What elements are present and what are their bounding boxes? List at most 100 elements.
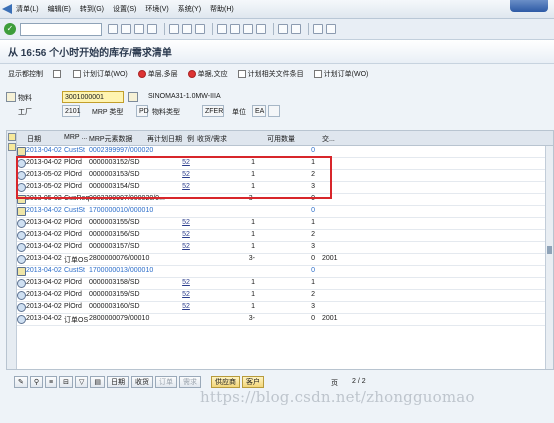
planning-file-entry-button[interactable]: 计划相关文件条目 [237, 69, 304, 79]
cell-receipt-requirement: 3- [248, 315, 255, 322]
menu-list[interactable]: 清单(L) [16, 4, 39, 14]
col-receipt-requirement[interactable]: 收货/需求 [197, 134, 227, 144]
table-row[interactable]: 2013-04-02 PlOrd 0000003158/SD 52 1 1 [17, 278, 545, 290]
previous-page-icon[interactable] [230, 24, 240, 34]
footer-icon-button[interactable]: ≡ [45, 376, 58, 388]
settings-icon[interactable] [8, 133, 16, 141]
customer-button[interactable]: 客户 [242, 376, 264, 388]
menu-help[interactable]: 帮助(H) [210, 4, 234, 14]
cell-date: 2013-04-02 [26, 303, 62, 310]
footer-icon-button[interactable]: ▤ [90, 376, 105, 388]
table-row[interactable]: 2013-04-02 CustSt 1700000010/000010 0 [17, 206, 545, 218]
table-row[interactable]: 2013-04-02 PlOrd 0000003156/SD 52 1 2 [17, 230, 545, 242]
filter-icon[interactable] [8, 143, 16, 151]
command-field[interactable] [20, 22, 102, 36]
menu-system[interactable]: 系统(Y) [178, 4, 201, 14]
shortcut-icon[interactable] [291, 24, 301, 34]
last-page-icon[interactable] [256, 24, 266, 34]
single-multi-level-button[interactable]: 单层,多层 [137, 69, 178, 79]
table-row[interactable]: 2013-04-02 订单OS 2800000076/00010 3- 0 2001 [17, 254, 545, 266]
footer-icon-button[interactable]: ✎ [14, 376, 28, 388]
material-field[interactable]: 3001000001 [62, 91, 124, 103]
back-icon[interactable] [108, 24, 118, 34]
table-row[interactable]: 2013-04-02 CustSt 1700000013/000010 0 [17, 266, 545, 278]
find-icon[interactable] [182, 24, 192, 34]
table-row[interactable]: 2013-04-02 PlOrd 0000003155/SD 52 1 1 [17, 218, 545, 230]
first-page-icon[interactable] [217, 24, 227, 34]
toolbar-separator [164, 23, 165, 35]
menu-edit[interactable]: 编辑(E) [48, 4, 71, 14]
row-type-icon[interactable] [17, 255, 26, 264]
row-type-icon[interactable] [17, 231, 26, 240]
mrp-type-field: PD [136, 105, 149, 117]
unit-label: 单位 [232, 109, 246, 116]
footer-icon-button[interactable]: ▽ [74, 376, 89, 388]
col-storage[interactable]: 交... [322, 134, 335, 144]
cell-available-qty: 1 [311, 279, 315, 286]
table-row[interactable]: 2013-04-02 订单OS 2800000079/00010 3- 0 2001 [17, 314, 545, 326]
col-mrp-element-data[interactable]: MRP元素数据 [89, 134, 133, 144]
table-row[interactable]: 2013-04-02 PlOrd 0000003159/SD 52 1 2 [17, 290, 545, 302]
document-text-button[interactable]: 单据,文应 [187, 69, 228, 79]
save-icon[interactable] [121, 24, 131, 34]
help-icon[interactable] [313, 24, 323, 34]
table-row[interactable]: 2013-04-02 PlOrd 0000003160/SD 52 1 3 [17, 302, 545, 314]
sap-menu-arrow-icon[interactable] [2, 4, 12, 14]
col-date[interactable]: 日期 [27, 134, 41, 144]
cell-exception: 52 [182, 219, 190, 226]
row-type-icon[interactable] [17, 267, 26, 276]
cell-available-qty: 3 [311, 243, 315, 250]
window-controls[interactable] [510, 0, 548, 12]
cancel-icon[interactable] [147, 24, 157, 34]
footer-icon-button[interactable]: ⊟ [59, 376, 73, 388]
cell-available-qty: 0 [311, 207, 315, 214]
row-type-icon[interactable] [17, 291, 26, 300]
tools-icon [237, 70, 246, 78]
next-page-icon[interactable] [243, 24, 253, 34]
print-icon[interactable] [169, 24, 179, 34]
date-button[interactable]: 日期 [107, 376, 129, 388]
vendor-button[interactable]: 供应商 [211, 376, 240, 388]
planned-order-button[interactable]: 计划订单(WO) [73, 69, 128, 79]
footer-icon-button[interactable]: ⚲ [29, 376, 44, 388]
material-lookup-icon[interactable] [128, 92, 138, 102]
layout-menu-icon[interactable] [326, 24, 336, 34]
cell-receipt-requirement: 3- [248, 255, 255, 262]
menu-goto[interactable]: 转到(G) [80, 4, 104, 14]
col-available-qty[interactable]: 可用数量 [267, 134, 295, 144]
scrollbar-thumb[interactable] [547, 246, 552, 254]
cell-exception: 52 [182, 279, 190, 286]
new-session-icon[interactable] [278, 24, 288, 34]
table-row[interactable]: 2013-04-02 PlOrd 0000003157/SD 52 1 3 [17, 242, 545, 254]
unit-field: EA [252, 105, 266, 117]
col-exception[interactable]: 例 [187, 134, 194, 144]
planned-order-2-button[interactable]: 计划订单(WO) [313, 69, 368, 79]
row-type-icon[interactable] [17, 303, 26, 312]
cell-mrp-element-data: 0000003155/SD [89, 219, 140, 226]
cell-available-qty: 0 [311, 267, 315, 274]
col-reschedule-date[interactable]: 再计划日期 [147, 134, 182, 144]
row-type-icon[interactable] [17, 219, 26, 228]
enter-icon[interactable]: ✓ [4, 23, 16, 35]
row-type-icon[interactable] [17, 279, 26, 288]
row-type-icon[interactable] [17, 243, 26, 252]
find-button[interactable] [53, 70, 63, 78]
system-toolbar: ✓ [0, 19, 554, 40]
row-type-icon[interactable] [17, 315, 26, 324]
exit-icon[interactable] [134, 24, 144, 34]
row-type-icon[interactable] [17, 207, 26, 216]
cell-available-qty: 3 [311, 303, 315, 310]
material-type-field: ZFER [202, 105, 224, 117]
vertical-scrollbar[interactable] [545, 146, 553, 369]
find-next-icon[interactable] [195, 24, 205, 34]
menu-environment[interactable]: 环境(V) [145, 4, 168, 14]
cell-mrp-element: CustSt [64, 207, 86, 214]
goods-receipt-button[interactable]: 收货 [131, 376, 153, 388]
row-type-icon[interactable] [17, 147, 26, 156]
material-description: SINOMA31-1.0MW-IIIA [148, 93, 221, 100]
menu-settings[interactable]: 设置(S) [113, 4, 136, 14]
col-mrp-element[interactable]: MRP ... [64, 134, 87, 141]
page-number: 2 / 2 [352, 378, 366, 385]
display-control-button[interactable]: 显示都控制 [8, 69, 43, 79]
cell-mrp-element: PlOrd [64, 279, 82, 286]
